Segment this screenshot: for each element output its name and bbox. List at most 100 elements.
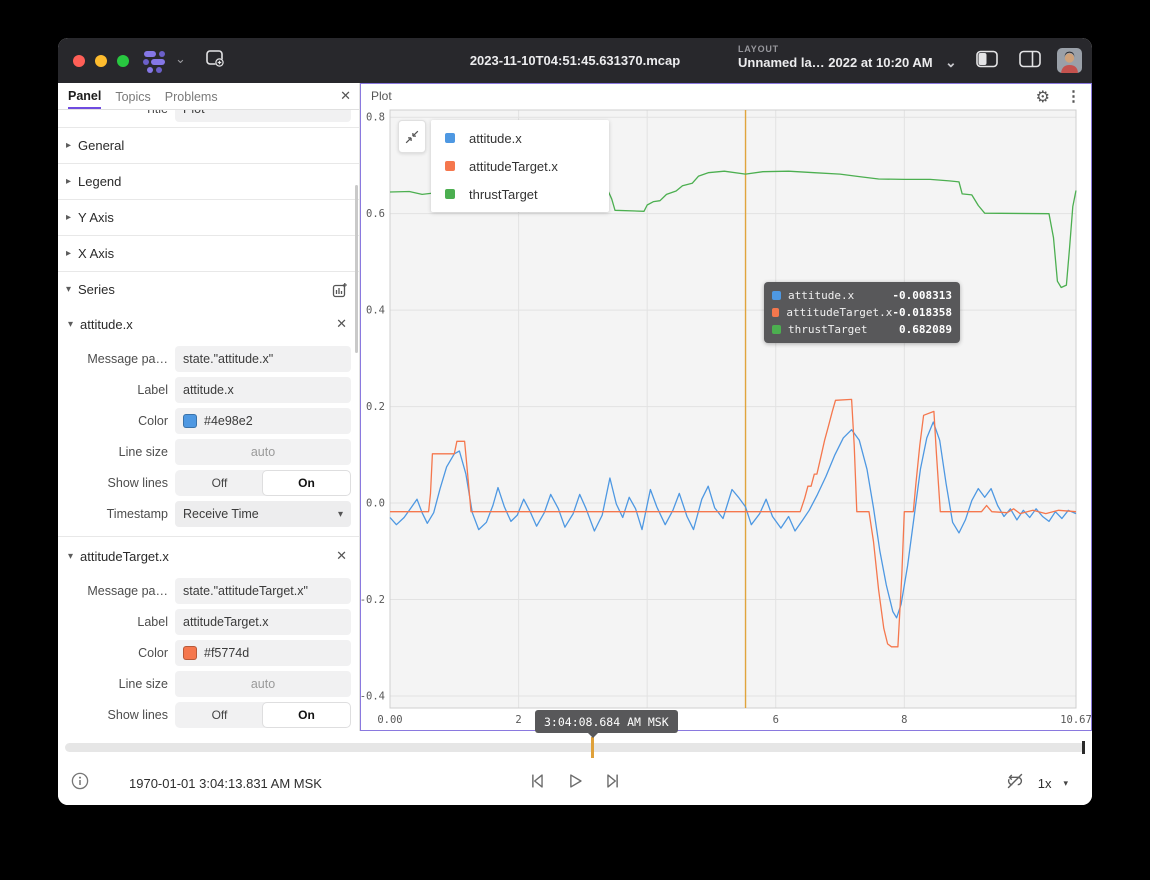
line-size-input[interactable]: auto bbox=[175, 671, 351, 697]
kebab-menu-icon[interactable]: ⋮ bbox=[1066, 87, 1081, 105]
message-path-input[interactable]: state."attitudeTarget.x" bbox=[175, 578, 351, 604]
plot-panel-header: Plot ⚙ ⋮ bbox=[361, 84, 1091, 108]
show-lines-off-button[interactable]: Off bbox=[176, 471, 263, 495]
close-window-button[interactable] bbox=[73, 55, 85, 67]
layout-name: Unnamed la… 2022 at 10:20 AM bbox=[738, 55, 933, 70]
legend-item[interactable]: attitudeTarget.x bbox=[431, 152, 609, 180]
color-input[interactable]: #f5774d bbox=[175, 640, 351, 666]
panel-title: Plot bbox=[371, 89, 1036, 103]
speed-chevron-icon[interactable]: ▾ bbox=[1063, 778, 1068, 789]
color-label: Color bbox=[58, 414, 175, 428]
layout-chevron-icon: ⌄ bbox=[945, 54, 957, 70]
legend-swatch bbox=[445, 189, 455, 199]
show-lines-label: Show lines bbox=[58, 476, 175, 490]
line-size-input[interactable]: auto bbox=[175, 439, 351, 465]
svg-text:0.6: 0.6 bbox=[366, 208, 385, 220]
section-y-axis[interactable]: ▸ Y Axis bbox=[58, 199, 359, 235]
svg-text:-0.2: -0.2 bbox=[360, 594, 385, 606]
section-x-axis[interactable]: ▸ X Axis bbox=[58, 235, 359, 271]
current-timestamp[interactable]: 1970-01-01 3:04:13.831 AM MSK bbox=[129, 776, 322, 791]
expanded-triangle-icon: ▾ bbox=[68, 319, 80, 330]
collapse-arrows-icon bbox=[403, 128, 421, 146]
series-header[interactable]: ▾ attitudeTarget.x ✕ bbox=[58, 539, 359, 573]
color-input[interactable]: #4e98e2 bbox=[175, 408, 351, 434]
show-lines-on-button[interactable]: On bbox=[263, 703, 350, 727]
legend-swatch bbox=[445, 133, 455, 143]
plot-panel[interactable]: Plot ⚙ ⋮ 0.80.60.40.20.0-0.2-0.40.002468… bbox=[360, 83, 1092, 731]
message-path-label: Message pa… bbox=[58, 584, 175, 598]
remove-series-icon[interactable]: ✕ bbox=[336, 548, 347, 564]
color-swatch[interactable] bbox=[183, 646, 197, 660]
seek-forward-button[interactable] bbox=[602, 770, 624, 797]
message-path-input[interactable]: state."attitude.x" bbox=[175, 346, 351, 372]
tab-panel[interactable]: Panel bbox=[68, 84, 101, 109]
tooltip-row: attitudeTarget.x -0.018358 bbox=[772, 304, 952, 321]
series-swatch bbox=[772, 308, 779, 317]
title-setting-label: Title bbox=[58, 110, 175, 116]
foxglove-logo-icon[interactable] bbox=[143, 49, 169, 73]
section-legend[interactable]: ▸ Legend bbox=[58, 163, 359, 199]
close-sidebar-icon[interactable]: ✕ bbox=[340, 88, 351, 104]
seek-backward-button[interactable] bbox=[526, 770, 548, 797]
layout-selector[interactable]: LAYOUT Unnamed la… 2022 at 10:20 AM ⌄ bbox=[738, 44, 957, 73]
label-label: Label bbox=[58, 615, 175, 629]
show-lines-label: Show lines bbox=[58, 708, 175, 722]
section-general[interactable]: ▸ General bbox=[58, 127, 359, 163]
expanded-triangle-icon: ▾ bbox=[68, 551, 80, 562]
svg-text:8: 8 bbox=[901, 714, 907, 726]
svg-text:-0.4: -0.4 bbox=[360, 690, 385, 702]
svg-text:0.2: 0.2 bbox=[366, 401, 385, 413]
timeline-scrubber[interactable] bbox=[65, 743, 1085, 752]
collapsed-triangle-icon: ▸ bbox=[66, 176, 78, 187]
series-editor-attitudeTarget-x: ▾ attitudeTarget.x ✕ Message pa… state."… bbox=[58, 536, 359, 728]
playback-speed[interactable]: 1x bbox=[1038, 776, 1052, 791]
color-swatch[interactable] bbox=[183, 414, 197, 428]
svg-text:6: 6 bbox=[773, 714, 779, 726]
chevron-down-icon: ▾ bbox=[338, 509, 343, 520]
minimize-window-button[interactable] bbox=[95, 55, 107, 67]
label-input[interactable]: attitudeTarget.x bbox=[175, 609, 351, 635]
add-series-icon[interactable] bbox=[332, 282, 348, 303]
series-editor-attitude-x: ▾ attitude.x ✕ Message pa… state."attitu… bbox=[58, 307, 359, 527]
show-lines-on-button[interactable]: On bbox=[263, 471, 350, 495]
expanded-triangle-icon: ▾ bbox=[66, 284, 78, 295]
plot-legend: attitude.x attitudeTarget.x thrustTarget bbox=[431, 120, 609, 212]
left-sidebar-toggle-button[interactable] bbox=[975, 49, 999, 74]
play-button[interactable] bbox=[564, 770, 586, 797]
info-icon[interactable] bbox=[71, 772, 89, 795]
zoom-window-button[interactable] bbox=[117, 55, 129, 67]
series-swatch bbox=[772, 325, 781, 334]
app-window: ⌄ 2023-11-10T04:51:45.631370.mcap LAYOUT… bbox=[58, 38, 1092, 805]
gear-icon[interactable]: ⚙ bbox=[1036, 87, 1050, 106]
legend-item[interactable]: attitude.x bbox=[431, 124, 609, 152]
title-setting-input[interactable]: Plot bbox=[175, 110, 351, 122]
message-path-label: Message pa… bbox=[58, 352, 175, 366]
collapse-legend-button[interactable] bbox=[398, 120, 426, 153]
legend-item[interactable]: thrustTarget bbox=[431, 180, 609, 208]
timestamp-select[interactable]: Receive Time ▾ bbox=[175, 501, 351, 527]
tab-problems[interactable]: Problems bbox=[165, 85, 218, 108]
right-sidebar-toggle-button[interactable] bbox=[1018, 49, 1042, 74]
sidebar-scrollbar[interactable] bbox=[355, 185, 358, 353]
show-lines-toggle: Off On bbox=[175, 702, 351, 728]
app-menu-chevron-icon[interactable]: ⌄ bbox=[175, 51, 186, 67]
titlebar: ⌄ 2023-11-10T04:51:45.631370.mcap LAYOUT… bbox=[58, 38, 1092, 83]
remove-series-icon[interactable]: ✕ bbox=[336, 316, 347, 332]
hover-value-tooltip: attitude.x -0.008313 attitudeTarget.x -0… bbox=[764, 282, 960, 343]
user-avatar[interactable] bbox=[1057, 48, 1082, 73]
collapsed-triangle-icon: ▸ bbox=[66, 248, 78, 259]
collapsed-triangle-icon: ▸ bbox=[66, 140, 78, 151]
playback-bar: 3:04:08.684 AM MSK 1970-01-01 3:04:13.83… bbox=[58, 731, 1092, 805]
svg-text:2: 2 bbox=[515, 714, 521, 726]
line-size-label: Line size bbox=[58, 445, 175, 459]
show-lines-off-button[interactable]: Off bbox=[176, 703, 263, 727]
sidebar-tabs: Panel Topics Problems ✕ bbox=[58, 83, 359, 110]
section-series[interactable]: ▾ Series bbox=[58, 271, 359, 307]
tab-topics[interactable]: Topics bbox=[115, 85, 150, 108]
label-input[interactable]: attitude.x bbox=[175, 377, 351, 403]
loop-off-icon[interactable] bbox=[1004, 770, 1026, 797]
tooltip-row: attitude.x -0.008313 bbox=[772, 287, 952, 304]
series-header[interactable]: ▾ attitude.x ✕ bbox=[58, 307, 359, 341]
new-window-icon[interactable] bbox=[204, 48, 226, 73]
timeline-end-marker bbox=[1082, 741, 1085, 754]
